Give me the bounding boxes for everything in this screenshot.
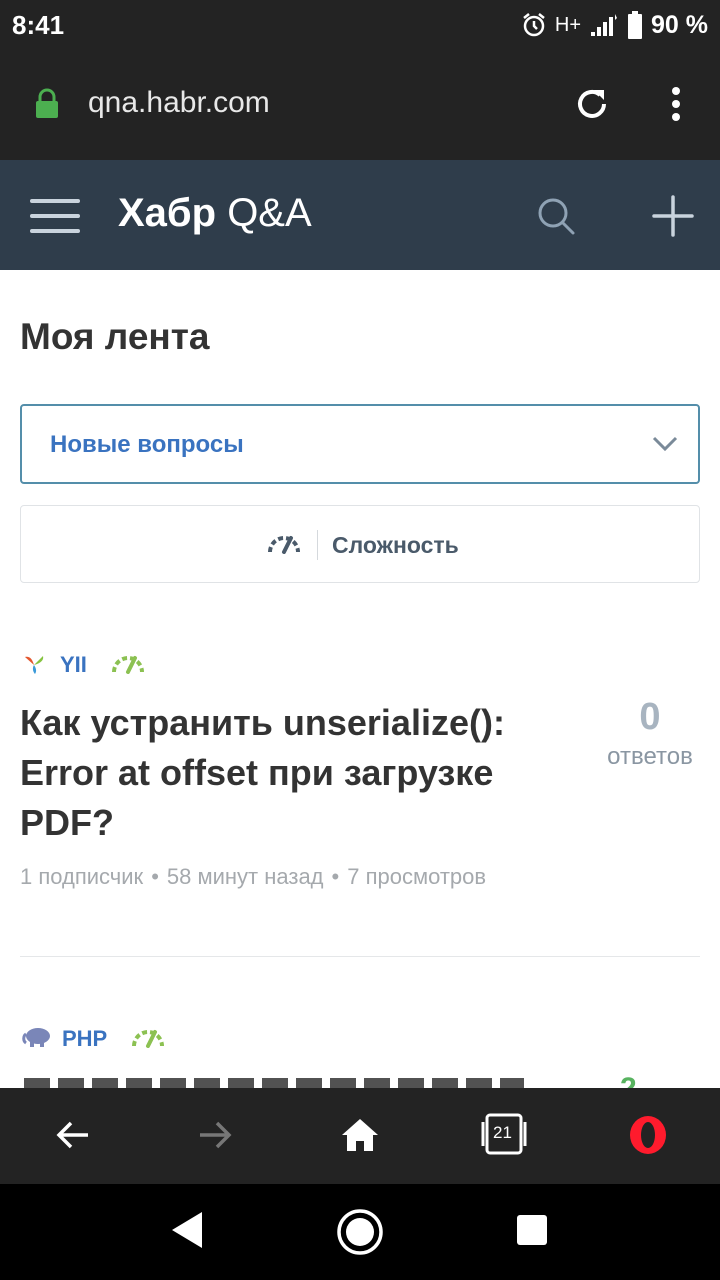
answers-counter[interactable]: 0 ответов xyxy=(596,696,704,771)
status-time: 8:41 xyxy=(12,10,65,40)
feed-filter-value: Новые вопросы xyxy=(50,431,244,458)
signal-icon xyxy=(589,12,619,38)
complexity-icon xyxy=(111,652,145,679)
views-count: 7 просмотров xyxy=(347,864,487,889)
complexity-icon xyxy=(131,1026,165,1053)
yii-logo-icon xyxy=(22,651,46,680)
tabs-icon[interactable]: 21 xyxy=(480,1112,528,1161)
question-tags: YII xyxy=(22,650,145,680)
search-icon[interactable] xyxy=(536,196,576,241)
lock-icon xyxy=(34,88,60,125)
question-title[interactable]: Как устранить unserialize(): Error at of… xyxy=(20,698,580,848)
battery-icon xyxy=(627,11,643,39)
home-icon[interactable] xyxy=(340,1116,380,1159)
meta-separator: • xyxy=(331,864,340,889)
question-tag[interactable]: YII xyxy=(60,652,87,678)
answers-count: 0 xyxy=(639,696,661,738)
url-field[interactable]: qna.habr.com xyxy=(88,86,270,120)
question-tag[interactable]: PHP xyxy=(62,1026,107,1052)
subscribers-count: 1 подписчик xyxy=(20,864,144,889)
alarm-icon xyxy=(521,12,547,38)
page-title: Моя лента xyxy=(20,316,210,357)
hamburger-menu-icon[interactable] xyxy=(30,197,80,240)
php-elephant-icon xyxy=(22,1026,52,1053)
network-type: H+ xyxy=(554,13,582,36)
speedometer-icon xyxy=(267,532,301,559)
app-header: Хабр Q&A xyxy=(0,160,720,270)
more-menu-icon[interactable] xyxy=(664,84,688,129)
question-meta: 1 подписчик • 58 минут назад • 7 просмотров xyxy=(20,864,486,890)
browser-url-bar: qna.habr.com xyxy=(0,50,720,160)
system-nav-bar xyxy=(0,1184,720,1280)
feed-filter-select[interactable]: Новые вопросы xyxy=(20,404,700,484)
add-question-icon[interactable] xyxy=(652,195,694,242)
browser-toolbar: 21 xyxy=(0,1088,720,1184)
question-tags: PHP xyxy=(22,1024,165,1054)
tab-count: 21 xyxy=(493,1123,512,1142)
complexity-filter-content: Сложность xyxy=(267,528,459,562)
chevron-down-icon xyxy=(652,436,678,457)
nav-home-icon[interactable] xyxy=(336,1208,384,1261)
opera-logo-icon[interactable] xyxy=(627,1114,669,1161)
reload-icon[interactable] xyxy=(572,84,612,129)
meta-separator: • xyxy=(151,864,159,889)
complexity-filter-button[interactable]: Сложность xyxy=(20,505,700,583)
question-time: 58 минут назад xyxy=(166,864,324,889)
complexity-label: Сложность xyxy=(332,531,459,558)
nav-recents-icon[interactable] xyxy=(516,1214,548,1251)
forward-arrow-icon[interactable] xyxy=(196,1116,234,1159)
brand-name: Хабр xyxy=(118,191,217,235)
status-indicators: H+ 90 % xyxy=(521,8,708,42)
brand-logo[interactable]: Хабр Q&A xyxy=(118,191,312,236)
question-divider xyxy=(20,956,700,957)
back-arrow-icon[interactable] xyxy=(54,1116,92,1159)
brand-suffix: Q&A xyxy=(216,191,312,235)
nav-back-icon[interactable] xyxy=(170,1210,204,1255)
answers-label: ответов xyxy=(607,743,693,770)
divider xyxy=(317,530,318,560)
status-bar: 8:41 H+ 90 % xyxy=(0,0,720,50)
battery-level: 90 % xyxy=(651,10,708,39)
